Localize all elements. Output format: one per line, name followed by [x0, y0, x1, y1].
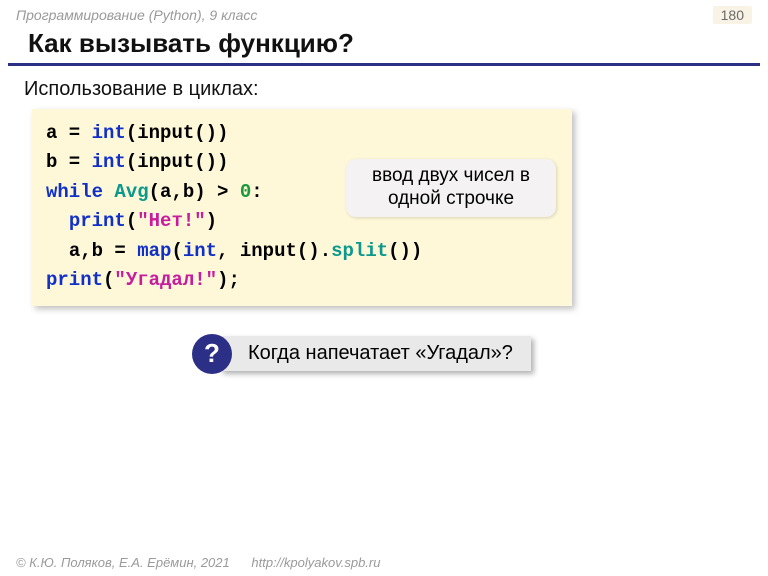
course-label: Программирование (Python), 9 класс: [16, 7, 257, 23]
question-row: ? Когда напечатает «Угадал»?: [180, 334, 768, 374]
code-line: a,b = map(int, input().split()): [46, 237, 558, 266]
code-line: print("Угадал!");: [46, 266, 558, 295]
page-number: 180: [713, 6, 752, 24]
subtitle: Использование в циклах:: [0, 74, 768, 109]
callout-note: ввод двух чисел в одной строчке: [346, 159, 556, 217]
footer-url: http://kpolyakov.spb.ru: [251, 555, 380, 570]
question-text: Когда напечатает «Угадал»?: [220, 336, 531, 371]
code-block: a = int(input()) b = int(input()) while …: [32, 109, 572, 306]
page-title: Как вызывать функцию?: [8, 26, 760, 66]
footer-copyright: © К.Ю. Поляков, Е.А. Ерёмин, 2021: [16, 555, 230, 570]
footer: © К.Ю. Поляков, Е.А. Ерёмин, 2021 http:/…: [16, 555, 380, 570]
code-line: a = int(input()): [46, 119, 558, 148]
header-bar: Программирование (Python), 9 класс 180: [0, 0, 768, 26]
question-mark-icon: ?: [192, 334, 232, 374]
